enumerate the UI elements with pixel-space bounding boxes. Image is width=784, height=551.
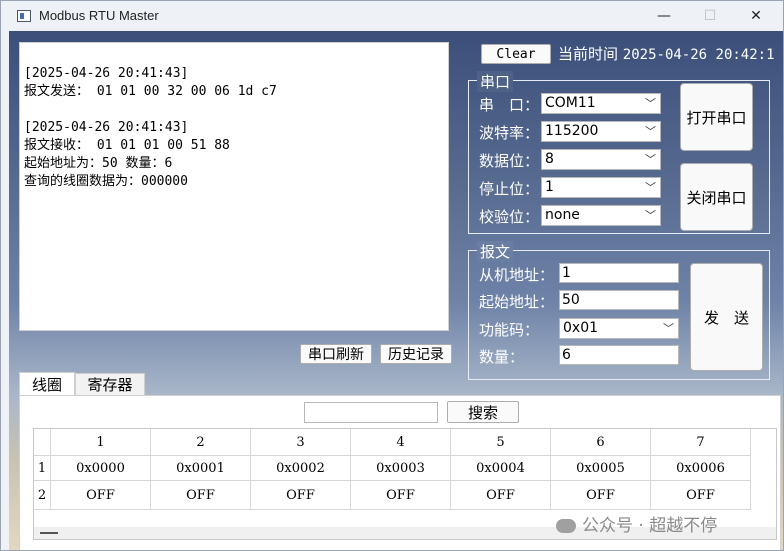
client-area: [2025-04-26 20:41:43] 报文发送： 01 01 00 32 …	[9, 31, 783, 550]
tab-registers[interactable]: 寄存器	[75, 373, 145, 395]
column-header[interactable]: 6	[551, 429, 651, 456]
table-cell[interactable]: OFF	[51, 481, 151, 510]
chevron-down-icon: ﹀	[645, 125, 656, 138]
watermark-text: 公众号 · 超越不停	[582, 516, 718, 536]
function-code-label: 功能码：	[479, 321, 540, 339]
start-address-label: 起始地址：	[479, 293, 555, 311]
parity-select[interactable]: none ﹀	[541, 205, 661, 226]
port-value: COM11	[545, 95, 596, 111]
app-window: Modbus RTU Master — ☐ ✕ [2025-04-26 20:4…	[0, 0, 784, 551]
scrollbar-thumb[interactable]	[40, 532, 58, 534]
chevron-down-icon: ﹀	[645, 97, 656, 110]
table-cell[interactable]: 0x0001	[151, 456, 251, 481]
table-cell[interactable]: 0x0004	[451, 456, 551, 481]
stopbits-label: 停止位：	[479, 180, 540, 198]
log-textbox[interactable]: [2025-04-26 20:41:43] 报文发送： 01 01 00 32 …	[19, 42, 449, 331]
parity-value: none	[545, 207, 580, 223]
row-header[interactable]: 1	[34, 456, 51, 481]
clear-button[interactable]: Clear	[481, 44, 551, 64]
close-icon[interactable]: ✕	[733, 1, 779, 31]
column-header[interactable]: 3	[251, 429, 351, 456]
databits-value: 8	[545, 151, 554, 167]
slave-address-label: 从机地址：	[479, 266, 555, 284]
table-cell[interactable]: OFF	[651, 481, 751, 510]
databits-label: 数据位：	[479, 152, 540, 170]
table-cell[interactable]: OFF	[351, 481, 451, 510]
refresh-port-button[interactable]: 串口刷新	[300, 344, 372, 364]
column-header[interactable]: 7	[651, 429, 751, 456]
table-corner	[34, 429, 51, 456]
window-title: Modbus RTU Master	[39, 8, 159, 23]
watermark: 公众号 · 超越不停	[556, 511, 717, 536]
history-button[interactable]: 历史记录	[380, 344, 452, 364]
port-select[interactable]: COM11 ﹀	[541, 93, 661, 114]
table-cell[interactable]: 0x0005	[551, 456, 651, 481]
table-cell[interactable]: OFF	[451, 481, 551, 510]
table-cell[interactable]: 0x0002	[251, 456, 351, 481]
slave-address-input[interactable]: 1	[559, 263, 679, 283]
table-cell[interactable]: OFF	[151, 481, 251, 510]
minimize-icon[interactable]: —	[641, 1, 687, 31]
search-button[interactable]: 搜索	[447, 401, 519, 423]
open-port-button[interactable]: 打开串口	[680, 83, 753, 151]
table-cell[interactable]: 0x0006	[651, 456, 751, 481]
message-group: 报文 从机地址： 1 起始地址： 50 功能码： 0x01 ﹀ 数量： 6 发 送	[468, 241, 770, 380]
app-icon	[17, 10, 31, 22]
search-input[interactable]	[304, 402, 438, 423]
table-cell[interactable]: 0x0003	[351, 456, 451, 481]
baud-select[interactable]: 115200 ﹀	[541, 121, 661, 142]
chevron-down-icon: ﹀	[645, 209, 656, 222]
column-header[interactable]: 4	[351, 429, 451, 456]
row-header[interactable]: 2	[34, 481, 51, 510]
tab-coils[interactable]: 线圈	[19, 372, 75, 395]
table-cell[interactable]: 0x0000	[51, 456, 151, 481]
quantity-label: 数量：	[479, 348, 525, 366]
maximize-icon[interactable]: ☐	[687, 1, 733, 31]
close-port-button[interactable]: 关闭串口	[680, 163, 753, 231]
time-value: 2025-04-26 20:42:1	[622, 47, 775, 63]
chevron-down-icon: ﹀	[645, 181, 656, 194]
table-cell[interactable]: OFF	[251, 481, 351, 510]
send-button[interactable]: 发 送	[690, 263, 763, 371]
port-label: 串 口：	[479, 96, 540, 114]
column-header[interactable]: 2	[151, 429, 251, 456]
time-label: 当前时间	[558, 45, 619, 63]
quantity-input[interactable]: 6	[559, 345, 679, 365]
chevron-down-icon: ﹀	[663, 322, 674, 335]
serial-group-title: 串口	[477, 71, 514, 92]
column-header[interactable]: 1	[51, 429, 151, 456]
baud-value: 115200	[545, 123, 599, 139]
stopbits-select[interactable]: 1 ﹀	[541, 177, 661, 198]
function-code-value: 0x01	[563, 320, 599, 336]
start-address-input[interactable]: 50	[559, 290, 679, 310]
chevron-down-icon: ﹀	[645, 153, 656, 166]
message-group-title: 报文	[477, 241, 514, 262]
table-cell[interactable]: OFF	[551, 481, 651, 510]
column-header[interactable]: 5	[451, 429, 551, 456]
wechat-icon	[556, 519, 576, 533]
function-code-select[interactable]: 0x01 ﹀	[559, 318, 679, 339]
databits-select[interactable]: 8 ﹀	[541, 149, 661, 170]
parity-label: 校验位：	[479, 208, 540, 226]
stopbits-value: 1	[545, 179, 554, 195]
baud-label: 波特率：	[479, 124, 540, 142]
current-time: 当前时间 2025-04-26 20:42:1	[558, 43, 783, 64]
title-bar: Modbus RTU Master — ☐ ✕	[1, 1, 783, 31]
serial-group: 串口 串 口： COM11 ﹀ 波特率： 115200 ﹀ 数据位： 8 ﹀ 停止位：…	[468, 71, 770, 234]
